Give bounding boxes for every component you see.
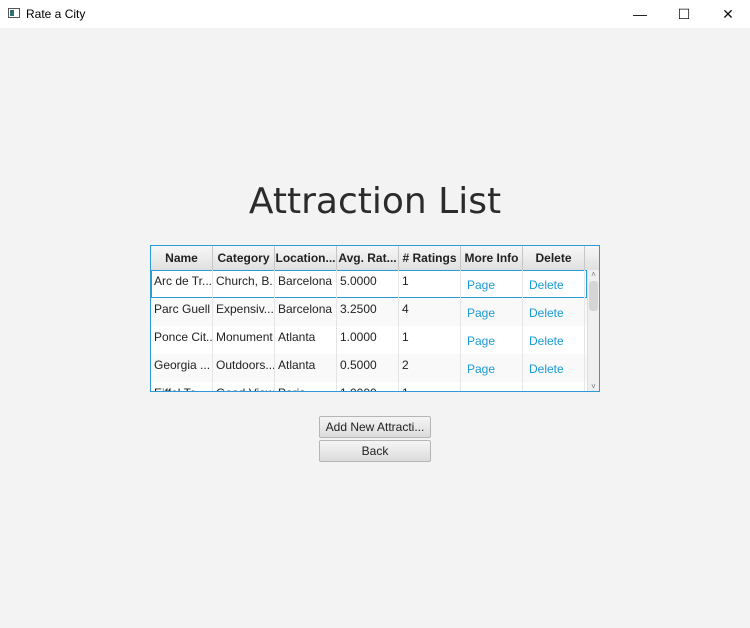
delete-link[interactable]: Delete xyxy=(523,382,585,391)
title-bar: Rate a City — ☐ ✕ xyxy=(0,0,750,28)
cell-avg-rating: 5.0000 xyxy=(337,270,399,298)
cell-location: Barcelona xyxy=(275,270,337,298)
page-title: Attraction List xyxy=(248,181,502,222)
cell-num-ratings: 2 xyxy=(399,354,461,382)
table-row[interactable]: Georgia ... Outdoors... Atlanta 0.5000 2… xyxy=(151,354,587,382)
cell-avg-rating: 1.0000 xyxy=(337,326,399,354)
table-row[interactable]: Ponce Cit... Monument Atlanta 1.0000 1 P… xyxy=(151,326,587,354)
table-row[interactable]: Parc Guell Expensiv... Barcelona 3.2500 … xyxy=(151,298,587,326)
cell-category: Good View xyxy=(213,382,275,391)
scroll-thumb[interactable] xyxy=(589,281,598,311)
cell-location: Atlanta xyxy=(275,326,337,354)
window-title: Rate a City xyxy=(26,7,86,21)
scroll-up-icon[interactable]: ˄ xyxy=(588,270,599,280)
vertical-scrollbar[interactable]: ˄ ˅ xyxy=(587,270,599,391)
cell-category: Church, B... xyxy=(213,270,275,298)
column-header-num-ratings[interactable]: # Ratings xyxy=(399,246,461,270)
cell-num-ratings: 1 xyxy=(399,270,461,298)
column-header-delete[interactable]: Delete xyxy=(523,246,585,270)
page-link[interactable]: Page xyxy=(461,298,523,326)
cell-avg-rating: 1.0000 xyxy=(337,382,399,391)
add-attraction-button[interactable]: Add New Attracti... xyxy=(319,416,431,438)
delete-link[interactable]: Delete xyxy=(523,326,585,354)
column-header-more-info[interactable]: More Info xyxy=(461,246,523,270)
table-header: Name Category Location... Avg. Rat... # … xyxy=(151,246,599,271)
delete-link[interactable]: Delete xyxy=(523,298,585,326)
app-icon xyxy=(8,8,20,18)
cell-name: Georgia ... xyxy=(151,354,213,382)
page-link[interactable]: Page xyxy=(461,354,523,382)
delete-link[interactable]: Delete xyxy=(523,270,585,298)
close-button[interactable]: ✕ xyxy=(706,0,750,28)
cell-num-ratings: 4 xyxy=(399,298,461,326)
cell-category: Expensiv... xyxy=(213,298,275,326)
cell-name: Parc Guell xyxy=(151,298,213,326)
page-link[interactable]: Page xyxy=(461,270,523,298)
table-row[interactable]: Arc de Tr... Church, B... Barcelona 5.00… xyxy=(151,270,587,298)
table-body: Arc de Tr... Church, B... Barcelona 5.00… xyxy=(151,270,587,391)
cell-name: Ponce Cit... xyxy=(151,326,213,354)
cell-location: Paris xyxy=(275,382,337,391)
attraction-table[interactable]: Name Category Location... Avg. Rat... # … xyxy=(150,245,600,392)
cell-avg-rating: 3.2500 xyxy=(337,298,399,326)
delete-link[interactable]: Delete xyxy=(523,354,585,382)
cell-name: Eiffel To... xyxy=(151,382,213,391)
column-header-location[interactable]: Location... xyxy=(275,246,337,270)
page-link[interactable]: Page xyxy=(461,382,523,391)
cell-num-ratings: 1 xyxy=(399,382,461,391)
cell-name: Arc de Tr... xyxy=(151,270,213,298)
cell-location: Atlanta xyxy=(275,354,337,382)
column-header-avg-rating[interactable]: Avg. Rat... xyxy=(337,246,399,270)
table-row[interactable]: Eiffel To... Good View Paris 1.0000 1 Pa… xyxy=(151,382,587,391)
back-button[interactable]: Back xyxy=(319,440,431,462)
page-link[interactable]: Page xyxy=(461,326,523,354)
cell-num-ratings: 1 xyxy=(399,326,461,354)
cell-category: Outdoors... xyxy=(213,354,275,382)
maximize-button[interactable]: ☐ xyxy=(662,0,706,28)
column-header-category[interactable]: Category xyxy=(213,246,275,270)
cell-category: Monument xyxy=(213,326,275,354)
cell-avg-rating: 0.5000 xyxy=(337,354,399,382)
column-header-name[interactable]: Name xyxy=(151,246,213,270)
minimize-button[interactable]: — xyxy=(618,0,662,28)
cell-location: Barcelona xyxy=(275,298,337,326)
scroll-down-icon[interactable]: ˅ xyxy=(588,382,599,391)
